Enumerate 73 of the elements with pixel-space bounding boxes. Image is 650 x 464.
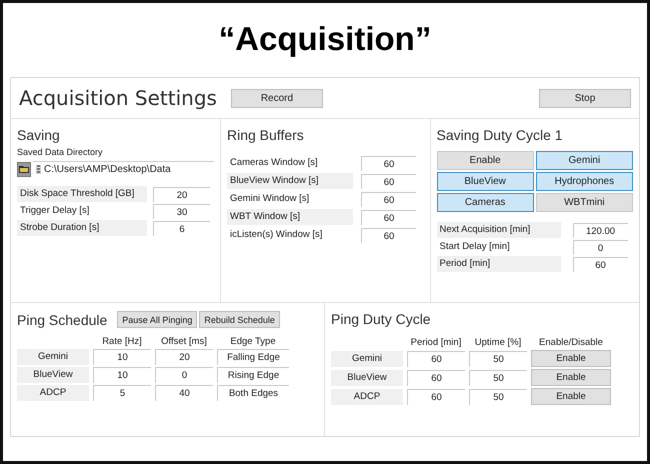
input-field[interactable]: Rising Edge — [217, 367, 289, 383]
field-label: Cameras Window [s] — [229, 156, 319, 170]
row-label: BlueView — [17, 367, 89, 383]
row-label: ADCP — [331, 388, 403, 404]
row-label: Gemini — [331, 350, 403, 366]
input-field[interactable]: 60 — [407, 350, 465, 366]
field-label: Period [min] — [436, 256, 560, 272]
column-header: Enable/Disable — [538, 337, 604, 348]
field-label: Strobe Duration [s] — [17, 220, 147, 236]
input-field[interactable]: 60 — [361, 210, 416, 224]
section-title: Saving — [17, 127, 61, 143]
toggle-button[interactable]: Gemini — [536, 151, 633, 170]
input-field[interactable]: 60 — [361, 156, 416, 170]
field-label: Disk Space Threshold [GB] — [17, 186, 147, 202]
enable-button[interactable]: Enable — [531, 350, 611, 367]
input-field[interactable]: 40 — [155, 385, 213, 401]
field-label: Gemini Window [s] — [229, 192, 310, 206]
toggle-button[interactable]: Cameras — [436, 193, 534, 212]
input-field[interactable]: 50 — [469, 350, 527, 366]
input-field[interactable]: 30 — [153, 204, 210, 218]
input-field[interactable]: 120.00 — [572, 222, 628, 238]
column-header: Uptime [%] — [474, 337, 522, 348]
input-field[interactable]: 60 — [361, 174, 416, 188]
section-title: Saving Duty Cycle 1 — [436, 127, 564, 143]
row-label: Gemini — [17, 349, 89, 365]
input-field[interactable]: 20 — [155, 349, 213, 365]
row-label: BlueView — [331, 370, 403, 386]
section-title: Ring Buffers — [227, 127, 305, 143]
input-field[interactable]: 10 — [93, 349, 151, 365]
input-field[interactable]: Falling Edge — [217, 349, 289, 365]
input-field[interactable]: 60 — [361, 192, 416, 206]
browse-button[interactable] — [17, 162, 31, 176]
input-field[interactable]: 50 — [469, 388, 527, 404]
column-header: Edge Type — [229, 336, 277, 347]
action-button[interactable]: Stop — [539, 88, 631, 108]
field-label: Saved Data Directory — [17, 147, 104, 157]
column-header: Rate [Hz] — [101, 336, 143, 347]
input-field[interactable]: 60 — [572, 256, 628, 272]
input-field[interactable]: 50 — [469, 370, 527, 386]
enable-button[interactable]: Enable — [531, 388, 611, 405]
column-header: Offset [ms] — [160, 336, 208, 347]
enable-button[interactable]: Enable — [531, 369, 611, 386]
toggle-button[interactable]: Hydrophones — [536, 172, 633, 191]
input-field[interactable]: 6 — [153, 220, 210, 236]
column-header: Period [min] — [410, 337, 462, 348]
field-label: Next Acquisition [min] — [436, 222, 560, 238]
action-button[interactable]: Record — [230, 88, 323, 108]
input-field[interactable]: 10 — [93, 367, 151, 383]
page-title: Acquisition Settings — [19, 86, 217, 110]
input-field[interactable]: 5 — [93, 385, 151, 401]
slide-title: “Acquisition” — [218, 19, 432, 59]
toggle-button[interactable]: WBTmini — [536, 193, 633, 212]
action-button[interactable]: Pause All Pinging — [117, 311, 198, 328]
path-field[interactable]: C:\Users\AMP\Desktop\Data — [33, 161, 214, 177]
field-label: BlueView Window [s] — [227, 173, 353, 189]
input-field[interactable]: 60 — [407, 388, 465, 404]
input-field[interactable]: 60 — [407, 370, 465, 386]
field-label: icListen(s) Window [s] — [229, 228, 324, 242]
input-field[interactable]: 0 — [572, 240, 628, 254]
action-button[interactable]: Rebuild Schedule — [199, 311, 280, 328]
section-title: Ping Duty Cycle — [331, 311, 432, 327]
folder-icon — [19, 165, 29, 173]
toggle-button[interactable]: Enable — [436, 151, 534, 170]
input-field[interactable]: Both Edges — [217, 385, 289, 401]
field-label: WBT Window [s] — [227, 209, 353, 225]
input-field[interactable]: 60 — [361, 228, 416, 242]
section-title: Ping Schedule — [17, 312, 108, 328]
input-field[interactable]: 20 — [153, 186, 210, 202]
field-label: Start Delay [min] — [438, 240, 511, 254]
toggle-button[interactable]: BlueView — [436, 172, 534, 191]
row-label: ADCP — [17, 385, 89, 401]
field-label: Trigger Delay [s] — [19, 204, 90, 218]
input-field[interactable]: 0 — [155, 367, 213, 383]
